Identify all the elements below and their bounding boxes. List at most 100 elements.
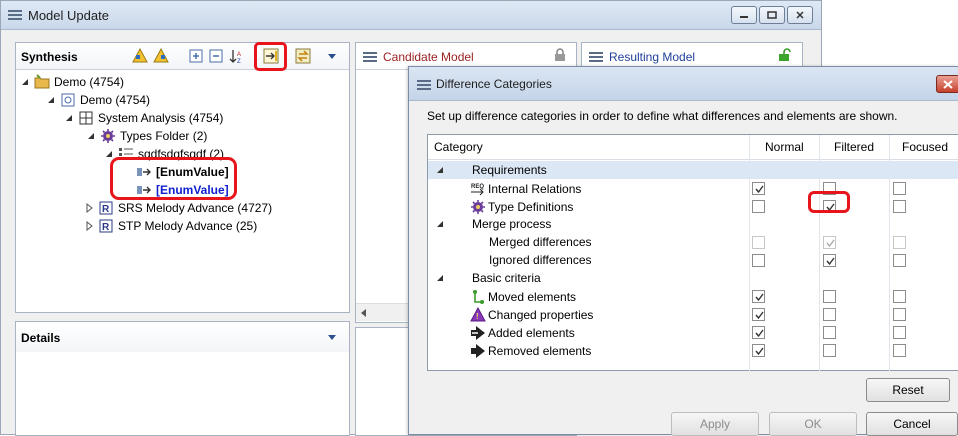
- focused-checkbox[interactable]: [893, 182, 906, 195]
- focused-checkbox[interactable]: [893, 200, 906, 213]
- row-label: Removed elements: [488, 344, 592, 358]
- filtered-checkbox[interactable]: [823, 254, 836, 267]
- details-menu-icon[interactable]: [326, 331, 338, 343]
- svg-text:!: !: [476, 312, 479, 321]
- dialog-titlebar[interactable]: Difference Categories: [409, 67, 958, 101]
- normal-checkbox: [752, 236, 765, 249]
- svg-text:REQ: REQ: [471, 184, 484, 190]
- check-icon: [755, 329, 764, 338]
- normal-checkbox[interactable]: [752, 254, 765, 267]
- svg-text:Z: Z: [237, 59, 241, 64]
- normal-checkbox[interactable]: [752, 200, 765, 213]
- filtered-checkbox-highlight: [808, 191, 850, 213]
- row-label: Internal Relations: [488, 182, 582, 196]
- cancel-button[interactable]: Cancel: [866, 412, 958, 436]
- sync-icon[interactable]: [295, 48, 311, 64]
- normal-checkbox[interactable]: [752, 308, 765, 321]
- table-row[interactable]: Requirements: [428, 161, 958, 179]
- sort-icon[interactable]: AZ: [229, 48, 245, 64]
- group-label: Basic criteria: [472, 271, 541, 285]
- unlock-icon[interactable]: [778, 48, 792, 62]
- req-relation-icon: REQ: [471, 184, 484, 196]
- table-row[interactable]: Basic criteria: [428, 269, 958, 287]
- column-header-normal[interactable]: Normal: [765, 140, 804, 154]
- minimize-button[interactable]: [731, 6, 757, 24]
- normal-checkbox[interactable]: [752, 344, 765, 357]
- table-row[interactable]: Moved elements: [428, 287, 958, 305]
- resulting-model-icon: [589, 52, 603, 62]
- expanded-arrow-icon[interactable]: [86, 131, 96, 141]
- focused-checkbox[interactable]: [893, 344, 906, 357]
- window-titlebar[interactable]: Model Update: [1, 1, 821, 30]
- normal-checkbox[interactable]: [752, 182, 765, 195]
- changed-icon: !: [470, 307, 486, 322]
- reset-button[interactable]: Reset: [866, 378, 950, 402]
- view-menu-icon[interactable]: [326, 50, 338, 62]
- table-row[interactable]: ! Changed properties: [428, 305, 958, 323]
- collapse-all-icon[interactable]: [208, 48, 224, 64]
- expanded-arrow-icon[interactable]: [436, 274, 444, 282]
- column-header-filtered[interactable]: Filtered: [834, 140, 874, 154]
- focused-checkbox[interactable]: [893, 254, 906, 267]
- filtered-checkbox[interactable]: [823, 326, 836, 339]
- focused-checkbox[interactable]: [893, 290, 906, 303]
- tree-row[interactable]: System Analysis (4754): [64, 109, 223, 127]
- table-row[interactable]: Removed elements: [428, 341, 958, 359]
- resulting-title: Resulting Model: [609, 50, 696, 64]
- dialog-title: Difference Categories: [436, 77, 552, 91]
- candidate-title: Candidate Model: [383, 50, 474, 64]
- row-label: Changed properties: [488, 308, 594, 322]
- table-row[interactable]: REQ Internal Relations: [428, 179, 958, 197]
- tree-row[interactable]: R STP Melody Advance (25): [84, 217, 257, 235]
- dialog-description: Set up difference categories in order to…: [427, 109, 898, 123]
- dialog-close-button[interactable]: [936, 75, 958, 93]
- expand-all-icon[interactable]: [188, 48, 204, 64]
- expanded-arrow-icon[interactable]: [46, 95, 56, 105]
- types-folder-gear-icon: [101, 129, 115, 143]
- svg-text:R: R: [102, 204, 110, 215]
- tree-row[interactable]: R SRS Melody Advance (4727): [84, 199, 272, 217]
- filter-conflict-icon[interactable]: [153, 48, 169, 64]
- column-header-category[interactable]: Category: [434, 140, 483, 154]
- collapsed-arrow-icon[interactable]: [84, 221, 94, 231]
- table-row[interactable]: Merge process: [428, 215, 958, 233]
- expanded-arrow-icon[interactable]: [436, 166, 444, 174]
- collapsed-arrow-icon[interactable]: [84, 203, 94, 213]
- requirement-module-icon: R: [99, 219, 113, 233]
- expanded-arrow-icon[interactable]: [436, 220, 444, 228]
- close-window-button[interactable]: [787, 6, 813, 24]
- scroll-left-icon[interactable]: [360, 309, 368, 317]
- check-icon: [755, 311, 764, 320]
- row-label: Moved elements: [488, 290, 577, 304]
- filtered-checkbox: [823, 236, 836, 249]
- ok-button[interactable]: OK: [769, 412, 857, 436]
- tree-row[interactable]: Types Folder (2): [86, 127, 207, 145]
- apply-button[interactable]: Apply: [671, 412, 759, 436]
- maximize-button[interactable]: [759, 6, 785, 24]
- dialog-app-icon: [417, 80, 431, 90]
- filter-warning-icon[interactable]: [132, 48, 148, 64]
- table-row[interactable]: Merged differences: [428, 233, 958, 251]
- focused-checkbox[interactable]: [893, 308, 906, 321]
- lock-icon[interactable]: [554, 48, 566, 62]
- column-header-focused[interactable]: Focused: [902, 140, 948, 154]
- check-icon: [755, 293, 764, 302]
- expanded-arrow-icon[interactable]: [104, 149, 114, 159]
- normal-checkbox[interactable]: [752, 326, 765, 339]
- filtered-checkbox[interactable]: [823, 344, 836, 357]
- focused-checkbox[interactable]: [893, 326, 906, 339]
- enum-values-highlight: [110, 157, 237, 200]
- table-row[interactable]: Type Definitions: [428, 197, 958, 215]
- filtered-checkbox[interactable]: [823, 290, 836, 303]
- expanded-arrow-icon[interactable]: [64, 113, 74, 123]
- expanded-arrow-icon[interactable]: [20, 77, 30, 87]
- table-row[interactable]: Added elements: [428, 323, 958, 341]
- group-label: Merge process: [472, 217, 552, 231]
- tree-row[interactable]: Demo (4754): [46, 91, 150, 109]
- table-header: Category Normal Filtered Focused: [428, 135, 958, 160]
- normal-checkbox[interactable]: [752, 290, 765, 303]
- moved-icon: [473, 290, 484, 304]
- tree-row[interactable]: Demo (4754): [20, 73, 124, 91]
- table-row[interactable]: Ignored differences: [428, 251, 958, 269]
- filtered-checkbox[interactable]: [823, 308, 836, 321]
